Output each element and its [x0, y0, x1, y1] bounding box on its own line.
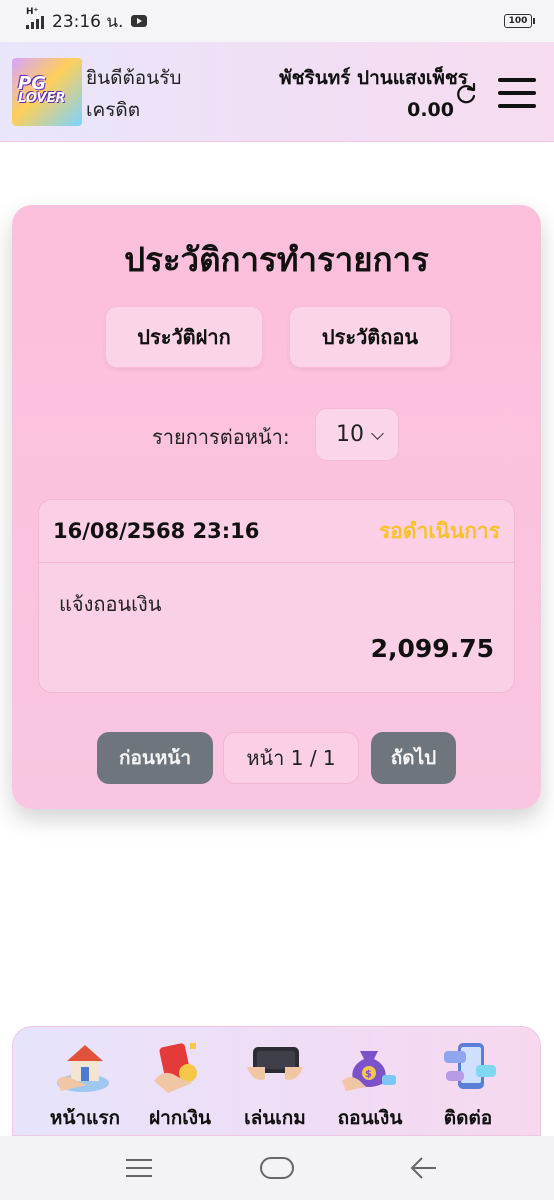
nav-label-deposit: ฝากเงิน [148, 1107, 212, 1129]
transaction-amount: 2,099.75 [370, 634, 494, 663]
nav-play-game[interactable]: เล่นเกม [227, 1037, 323, 1133]
withdraw-icon: $ [342, 1051, 396, 1091]
logo-text-line2: LOVER [18, 91, 66, 106]
nav-home[interactable]: หน้าแรก [37, 1037, 133, 1133]
chevron-down-icon [371, 427, 384, 440]
welcome-block: ยินดีต้อนรับ เครดิต [86, 62, 181, 126]
nav-withdraw[interactable]: $ ถอนเงิน [322, 1037, 418, 1133]
per-page-select[interactable]: 10 [315, 408, 399, 461]
deposit-icon [154, 1043, 197, 1093]
app-header: PG LOVER ยินดีต้อนรับ เครดิต พัชรินทร์ ป… [0, 42, 554, 142]
logo-text-line1: PG [18, 73, 46, 94]
status-time: 23:16 น. [52, 11, 124, 32]
home-button-icon[interactable] [259, 1156, 295, 1180]
network-type: H⁺ [26, 7, 39, 17]
next-page-button[interactable]: ถัดไป [371, 732, 456, 784]
contact-icon [444, 1043, 496, 1089]
nav-label-contact: ติดต่อ [443, 1107, 493, 1129]
per-page-label: รายการต่อหน้า: [152, 425, 290, 449]
per-page-value: 10 [336, 422, 364, 447]
refresh-icon[interactable] [454, 82, 478, 106]
transaction-type: แจ้งถอนเงิน [59, 592, 162, 616]
signal-icon: H⁺ [26, 7, 44, 29]
user-name: พัชรินทร์ ปานแสงเพ็ชร [279, 67, 468, 89]
svg-text:$: $ [365, 1069, 372, 1080]
page-title: ประวัติการทำรายการ [124, 240, 429, 279]
transaction-datetime: 16/08/2568 23:16 [53, 519, 260, 543]
system-nav-bar [0, 1136, 554, 1200]
nav-deposit[interactable]: ฝากเงิน [132, 1037, 228, 1133]
page-indicator: หน้า 1 / 1 [223, 732, 359, 784]
nav-label-play-game: เล่นเกม [244, 1107, 306, 1129]
transaction-header: 16/08/2568 23:16 รอดำเนินการ [39, 500, 514, 563]
back-icon[interactable] [408, 1156, 438, 1180]
transaction-item: 16/08/2568 23:16 รอดำเนินการ แจ้งถอนเงิน… [38, 499, 515, 693]
battery-level: 100 [508, 16, 528, 26]
battery-icon: 100 [504, 14, 535, 28]
nav-contact[interactable]: ติดต่อ [420, 1037, 516, 1133]
transaction-history-card: ประวัติการทำรายการ ประวัติฝาก ประวัติถอน… [12, 205, 541, 809]
credit-label: เครดิต [86, 99, 141, 121]
recent-apps-icon[interactable] [124, 1156, 154, 1180]
play-game-icon [247, 1047, 303, 1080]
logo-text: PG LOVER [18, 73, 66, 107]
tab-deposit-history[interactable]: ประวัติฝาก [105, 306, 263, 368]
nav-label-home: หน้าแรก [49, 1107, 121, 1129]
tab-withdraw-history[interactable]: ประวัติถอน [289, 306, 451, 368]
welcome-text: ยินดีต้อนรับ [86, 67, 182, 89]
menu-icon[interactable] [498, 78, 536, 108]
status-bar: H⁺ 23:16 น. 100 [0, 0, 554, 42]
brand-logo[interactable]: PG LOVER [12, 58, 82, 126]
prev-page-button[interactable]: ก่อนหน้า [97, 732, 213, 784]
nav-label-withdraw: ถอนเงิน [337, 1107, 403, 1129]
status-badge: รอดำเนินการ [379, 518, 500, 543]
youtube-icon [131, 15, 148, 27]
credit-value: 0.00 [407, 99, 454, 121]
bottom-nav: หน้าแรก ฝากเงิน เล่นเกม $ ถอนเงิน ติดต่อ [12, 1026, 541, 1136]
home-icon [57, 1045, 109, 1092]
user-info: พัชรินทร์ ปานแสงเพ็ชร 0.00 [279, 62, 468, 126]
